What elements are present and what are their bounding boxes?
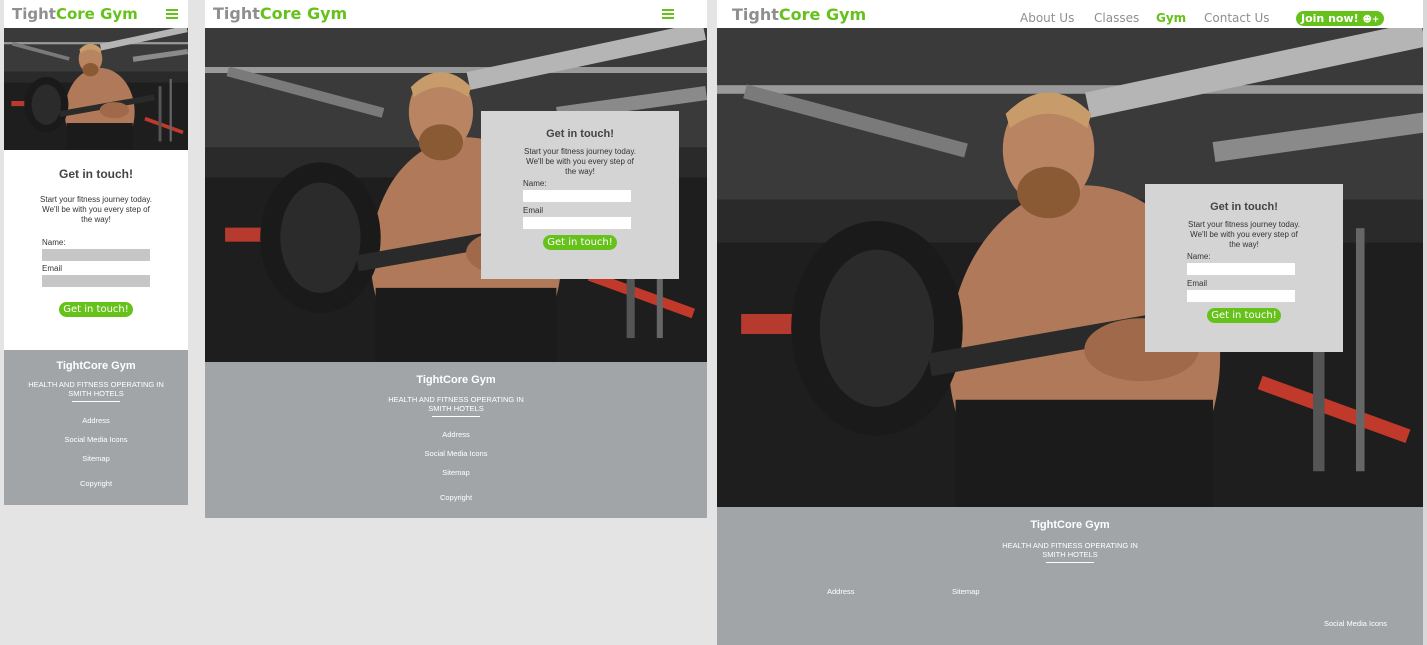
- contact-form: Get in touch! Start your fitness journey…: [4, 150, 188, 350]
- contact-form: Get in touch! Start your fitness journey…: [1145, 184, 1343, 352]
- brand-part-1: Tight: [213, 4, 260, 23]
- footer-divider: [432, 416, 480, 417]
- footer-address-link[interactable]: Address: [4, 416, 188, 425]
- form-intro: Start your fitness journey today. We'll …: [1188, 220, 1300, 249]
- footer-address-link[interactable]: Address: [827, 587, 855, 596]
- footer-title: TightCore Gym: [56, 360, 136, 372]
- contact-form: Get in touch! Start your fitness journey…: [481, 111, 679, 279]
- email-input[interactable]: [523, 217, 631, 229]
- user-plus-icon: ☻+: [1362, 15, 1380, 25]
- desktop-header: TightCore Gym About Us Classes Gym Conta…: [717, 0, 1427, 28]
- desktop-preview: TightCore Gym About Us Classes Gym Conta…: [717, 0, 1427, 645]
- footer-title: TightCore Gym: [1030, 519, 1110, 531]
- tablet-preview: TightCore Gym Get in touch! Start your f…: [205, 0, 707, 518]
- name-input[interactable]: [1187, 263, 1295, 275]
- email-input[interactable]: [42, 275, 150, 287]
- brand-part-1: Tight: [732, 5, 779, 24]
- nav-gym[interactable]: Gym: [1156, 11, 1186, 25]
- footer-sitemap-link[interactable]: Sitemap: [4, 454, 188, 463]
- name-label: Name:: [1187, 252, 1211, 261]
- footer-divider: [1046, 562, 1094, 563]
- name-input[interactable]: [523, 190, 631, 202]
- tablet-header: TightCore Gym: [205, 0, 707, 28]
- form-intro: Start your fitness journey today. We'll …: [524, 147, 636, 176]
- join-now-button[interactable]: Join now! ☻+: [1296, 11, 1385, 26]
- name-label: Name:: [523, 179, 547, 188]
- mobile-header: TightCore Gym: [4, 0, 188, 28]
- footer-tagline-1: HEALTH AND FITNESS OPERATING IN: [1002, 541, 1138, 550]
- site-footer: TightCore Gym HEALTH AND FITNESS OPERATI…: [717, 507, 1423, 645]
- form-intro: Start your fitness journey today. We'll …: [40, 195, 152, 224]
- footer-tagline-1: HEALTH AND FITNESS OPERATING IN: [388, 395, 524, 404]
- brand-logo[interactable]: TightCore Gym: [732, 5, 866, 24]
- nav-about[interactable]: About Us: [1020, 11, 1074, 25]
- form-title: Get in touch!: [1210, 201, 1278, 213]
- brand-part-2: Core Gym: [778, 5, 867, 24]
- name-input[interactable]: [42, 249, 150, 261]
- site-footer: TightCore Gym HEALTH AND FITNESS OPERATI…: [4, 350, 188, 505]
- scrollbar[interactable]: [1423, 0, 1427, 645]
- join-now-label: Join now!: [1301, 12, 1359, 25]
- footer-tagline-2: SMITH HOTELS: [68, 389, 124, 398]
- footer-copyright: Copyright: [79, 479, 113, 488]
- submit-button[interactable]: Get in touch!: [543, 235, 617, 250]
- nav-contact[interactable]: Contact Us: [1204, 11, 1270, 25]
- footer-tagline-2: SMITH HOTELS: [1042, 550, 1098, 559]
- email-label: Email: [1187, 279, 1208, 288]
- brand-part-2: Core Gym: [55, 5, 138, 23]
- submit-button[interactable]: Get in touch!: [1207, 308, 1281, 323]
- footer-divider: [72, 401, 120, 402]
- footer-tagline-2: SMITH HOTELS: [428, 404, 484, 413]
- brand-part-1: Tight: [12, 5, 56, 23]
- submit-button[interactable]: Get in touch!: [59, 302, 133, 317]
- footer-social-link[interactable]: Social Media Icons: [1324, 619, 1387, 628]
- email-label: Email: [42, 264, 63, 273]
- brand-logo[interactable]: TightCore Gym: [12, 5, 138, 23]
- email-label: Email: [523, 206, 544, 215]
- email-input[interactable]: [1187, 290, 1295, 302]
- footer-title: TightCore Gym: [416, 374, 496, 386]
- footer-social-link[interactable]: Social Media Icons: [4, 435, 188, 444]
- footer-tagline-1: HEALTH AND FITNESS OPERATING IN: [28, 380, 164, 389]
- form-title: Get in touch!: [59, 167, 133, 181]
- nav-classes[interactable]: Classes: [1094, 11, 1139, 25]
- name-label: Name:: [42, 238, 66, 247]
- footer-sitemap-link[interactable]: Sitemap: [205, 468, 707, 477]
- brand-part-2: Core Gym: [259, 4, 348, 23]
- footer-copyright: Copyright: [439, 493, 473, 502]
- site-footer: TightCore Gym HEALTH AND FITNESS OPERATI…: [205, 362, 707, 518]
- brand-logo[interactable]: TightCore Gym: [213, 4, 347, 23]
- footer-social-link[interactable]: Social Media Icons: [205, 449, 707, 458]
- mobile-preview: TightCore Gym Get in touch! Start your f…: [4, 0, 188, 505]
- footer-address-link[interactable]: Address: [205, 430, 707, 439]
- footer-sitemap-link[interactable]: Sitemap: [952, 587, 980, 596]
- hamburger-menu-icon[interactable]: [662, 9, 674, 19]
- hero-image: [4, 28, 188, 150]
- form-title: Get in touch!: [546, 128, 614, 140]
- hamburger-menu-icon[interactable]: [166, 9, 178, 19]
